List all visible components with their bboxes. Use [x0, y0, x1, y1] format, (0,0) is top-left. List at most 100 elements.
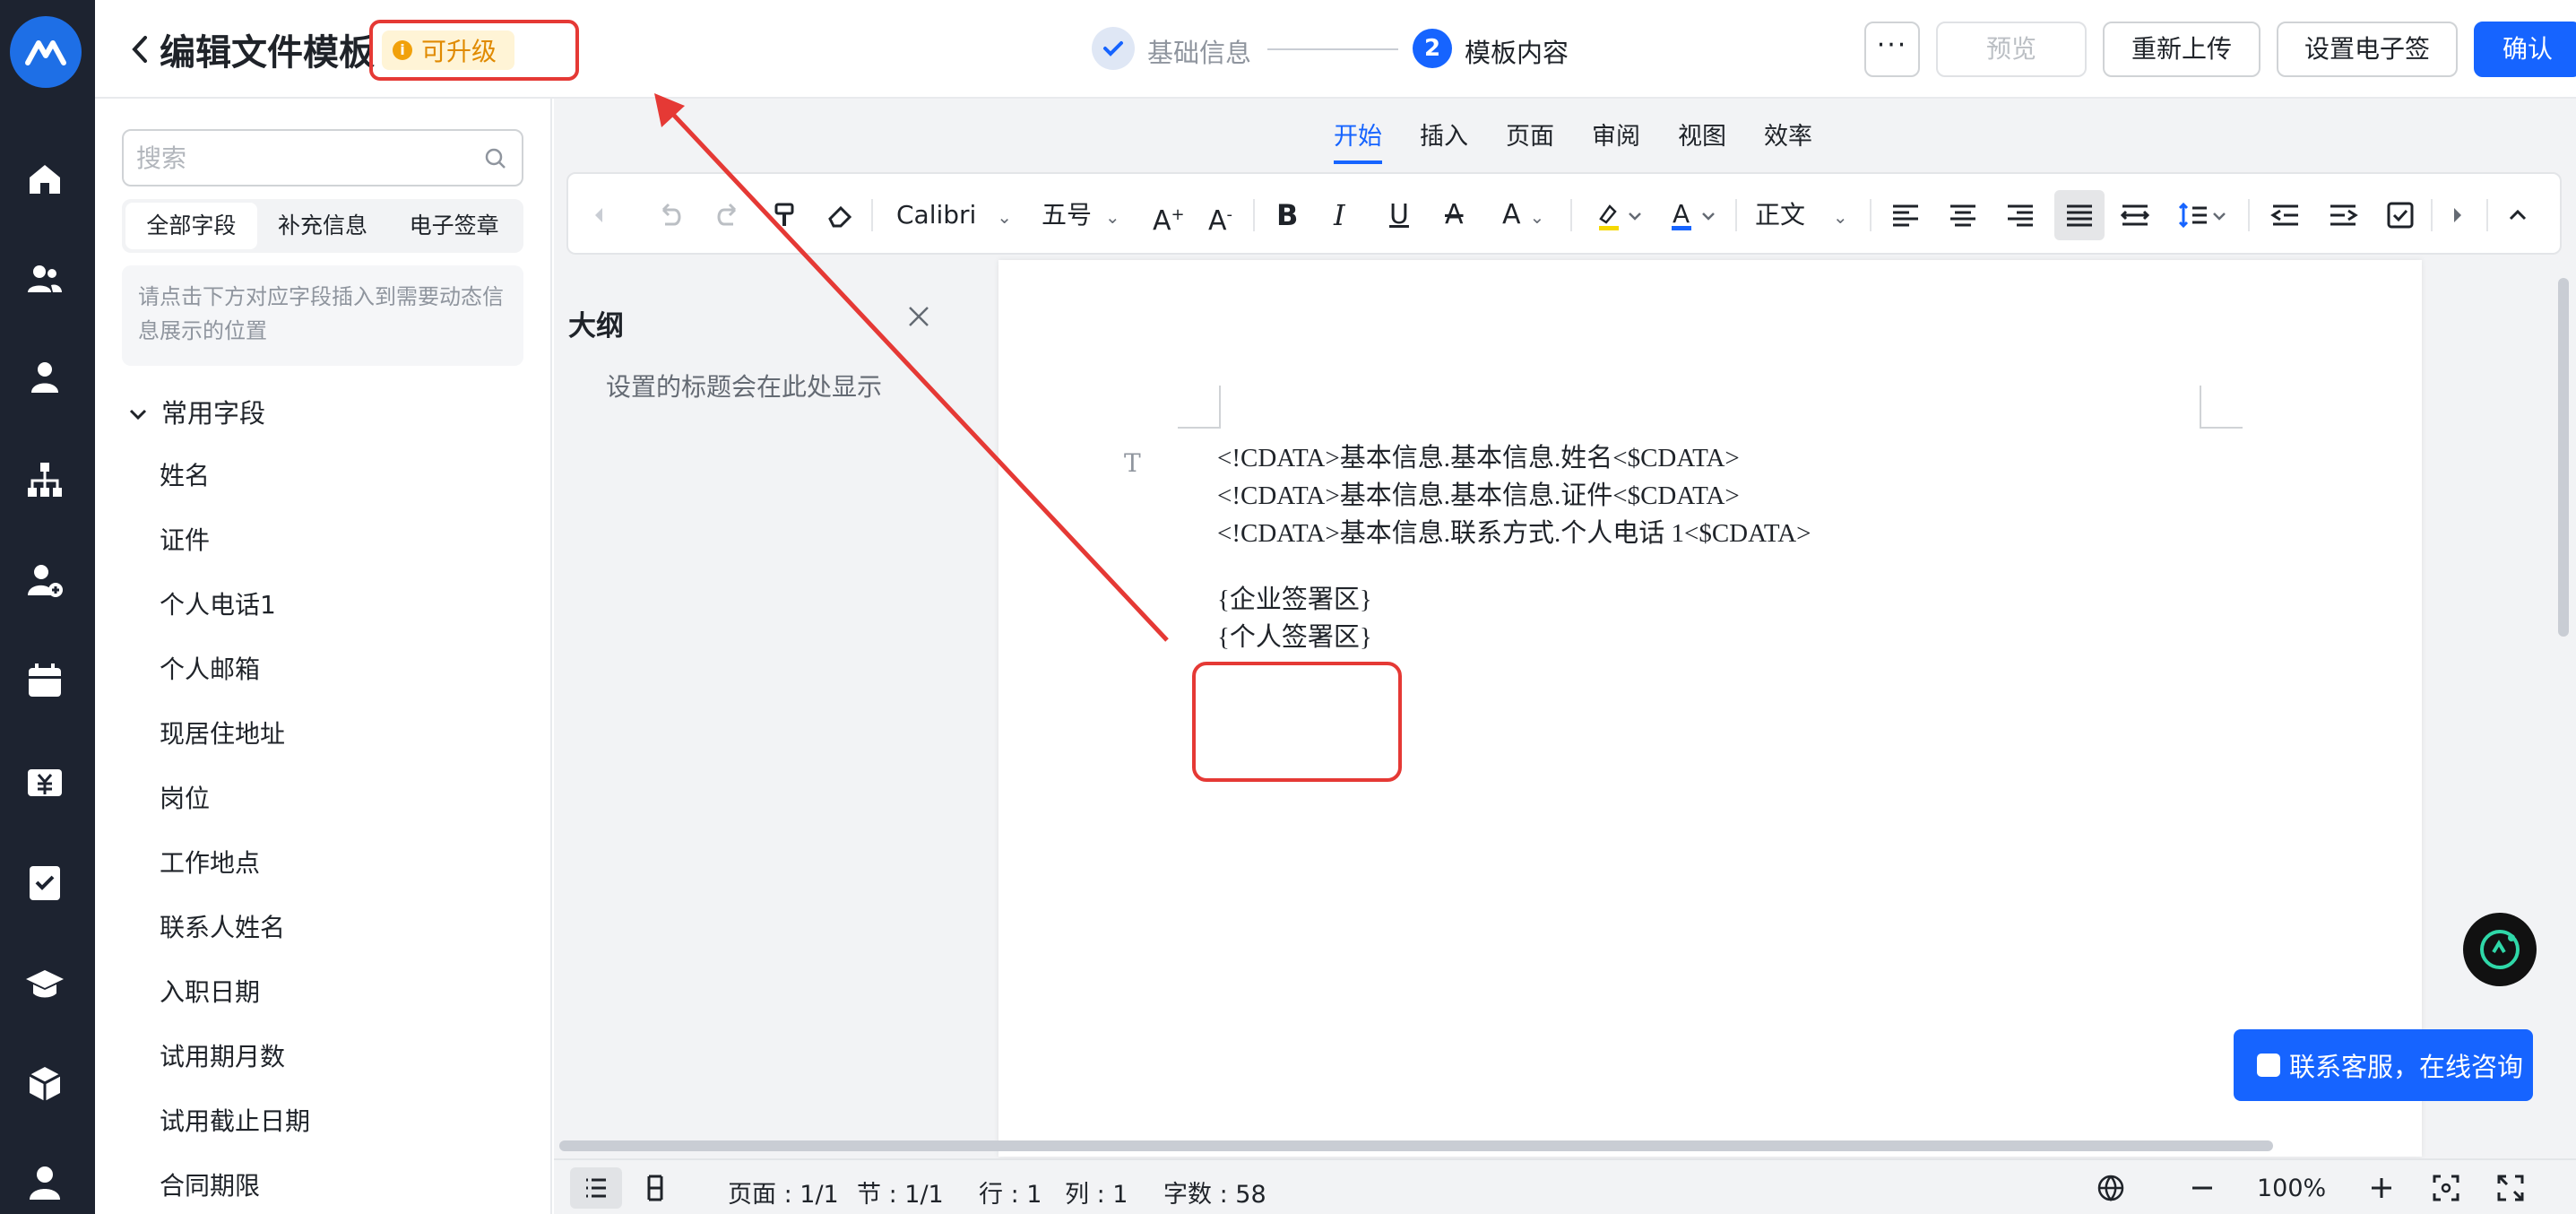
field-item[interactable]: 试用期月数 — [160, 1038, 518, 1103]
menu-review[interactable]: 审阅 — [1592, 117, 1640, 164]
page-nav-icon[interactable] — [640, 1171, 674, 1205]
approval-icon[interactable] — [24, 863, 65, 904]
scroll-right-icon[interactable] — [2449, 197, 2467, 233]
org-chart-icon[interactable] — [24, 459, 65, 500]
set-signature-button[interactable]: 设置电子签 — [2277, 22, 2458, 77]
font-color-icon[interactable]: A — [1667, 197, 1721, 233]
zoom-out-icon[interactable] — [2185, 1171, 2219, 1205]
font-family-value: Calibri — [896, 200, 977, 230]
increase-indent-icon[interactable] — [2327, 197, 2359, 233]
menu-efficiency[interactable]: 效率 — [1764, 117, 1812, 164]
text-effect-icon[interactable]: A ⌄ — [1502, 197, 1544, 233]
align-center-icon[interactable] — [1947, 197, 1979, 233]
collapse-toolbar-icon[interactable] — [2504, 197, 2531, 233]
paragraph-style-value: 正文 — [1755, 200, 1806, 230]
field-item[interactable]: 个人邮箱 — [160, 651, 518, 715]
redo-icon[interactable] — [712, 197, 744, 233]
graduation-cap-icon[interactable] — [24, 963, 65, 1004]
search-box — [122, 129, 523, 186]
format-toolbar: Calibri ⌄ 五号 ⌄ A+ A- B I U A A ⌄ A 正文 ⌄ — [566, 172, 2562, 255]
field-item[interactable]: 姓名 — [160, 457, 518, 522]
menu-page[interactable]: 页面 — [1506, 117, 1554, 164]
zoom-in-icon[interactable] — [2364, 1171, 2399, 1205]
toolbar-divider — [1870, 199, 1871, 231]
font-family-select[interactable]: Calibri ⌄ — [896, 197, 1012, 233]
person-icon[interactable] — [24, 357, 65, 398]
italic-icon[interactable]: I — [1334, 197, 1345, 233]
status-word-count: 字数 : 58 — [1163, 1181, 1266, 1209]
svg-text:A: A — [1673, 199, 1690, 229]
scroll-left-icon[interactable] — [590, 197, 608, 233]
checklist-icon[interactable] — [2384, 197, 2416, 233]
search-icon[interactable] — [484, 147, 507, 170]
format-painter-icon[interactable] — [769, 197, 801, 233]
paragraph-style-select[interactable]: 正文 ⌄ — [1755, 197, 1848, 233]
fit-page-icon[interactable] — [2429, 1171, 2463, 1205]
salary-icon[interactable] — [24, 762, 65, 803]
more-button[interactable]: ··· — [1864, 22, 1920, 77]
field-item[interactable]: 工作地点 — [160, 845, 518, 909]
eraser-icon[interactable] — [825, 197, 857, 233]
underline-icon[interactable]: U — [1389, 197, 1409, 233]
field-item[interactable]: 证件 — [160, 522, 518, 586]
bold-icon[interactable]: B — [1276, 197, 1298, 233]
chat-icon — [2257, 1054, 2280, 1077]
step-1-check-icon — [1092, 27, 1135, 70]
reupload-button[interactable]: 重新上传 — [2103, 22, 2260, 77]
globe-icon[interactable] — [2094, 1171, 2128, 1205]
signature-placeholders[interactable]: {企业签署区} {个人签署区} — [1217, 581, 1372, 656]
calendar-icon[interactable] — [24, 660, 65, 701]
increase-font-icon[interactable]: A+ — [1153, 197, 1185, 237]
menu-home[interactable]: 开始 — [1334, 117, 1382, 164]
horizontal-scrollbar[interactable] — [559, 1140, 2273, 1151]
step-1-label[interactable]: 基础信息 — [1147, 32, 1251, 70]
step-2-label[interactable]: 模板内容 — [1465, 32, 1569, 70]
field-item[interactable]: 联系人姓名 — [160, 909, 518, 974]
tab-supplementary-info[interactable]: 补充信息 — [257, 203, 389, 249]
highlight-icon[interactable] — [1594, 197, 1647, 233]
search-input[interactable] — [136, 140, 477, 176]
tab-all-fields[interactable]: 全部字段 — [125, 203, 257, 249]
undo-icon[interactable] — [654, 197, 687, 233]
box-icon[interactable] — [24, 1063, 65, 1105]
tab-electronic-seal[interactable]: 电子签章 — [388, 203, 520, 249]
step-connector — [1267, 48, 1398, 50]
align-right-icon[interactable] — [2004, 197, 2036, 233]
field-item[interactable]: 试用截止日期 — [160, 1103, 518, 1167]
field-item[interactable]: 合同期限 — [160, 1167, 518, 1214]
toolbar-divider — [871, 199, 873, 231]
document-body[interactable]: <!CDATA>基本信息.基本信息.姓名<$CDATA> <!CDATA>基本信… — [1217, 439, 1811, 552]
fullscreen-icon[interactable] — [2494, 1171, 2528, 1205]
field-item[interactable]: 现居住地址 — [160, 715, 518, 780]
field-item[interactable]: 岗位 — [160, 780, 518, 845]
strikethrough-icon[interactable]: A — [1445, 197, 1464, 233]
close-icon[interactable] — [905, 303, 932, 330]
preview-button[interactable]: 预览 — [1936, 22, 2087, 77]
customer-service-button[interactable]: 联系客服，在线咨询 — [2234, 1029, 2533, 1101]
app-logo[interactable] — [10, 16, 82, 88]
decrease-font-icon[interactable]: A- — [1208, 197, 1232, 237]
confirm-button[interactable]: 确认 — [2474, 22, 2576, 77]
menu-view[interactable]: 视图 — [1678, 117, 1726, 164]
toolbar-divider — [2248, 199, 2250, 231]
field-group-common[interactable]: 常用字段 — [127, 393, 265, 430]
menu-insert[interactable]: 插入 — [1420, 117, 1468, 164]
paragraph-type-icon[interactable]: T — [1124, 448, 1141, 478]
field-item[interactable]: 个人电话1 — [160, 586, 518, 651]
ai-assistant-button[interactable] — [2463, 913, 2537, 986]
decrease-indent-icon[interactable] — [2269, 197, 2302, 233]
line-spacing-icon[interactable] — [2176, 197, 2230, 233]
field-item[interactable]: 入职日期 — [160, 974, 518, 1038]
team-icon[interactable] — [24, 258, 65, 299]
font-size-select[interactable]: 五号 ⌄ — [1042, 197, 1120, 233]
align-justify-icon[interactable] — [2054, 190, 2105, 240]
field-group-label: 常用字段 — [161, 398, 266, 429]
align-left-icon[interactable] — [1889, 197, 1922, 233]
add-person-icon[interactable] — [24, 559, 65, 601]
distributed-align-icon[interactable] — [2119, 197, 2151, 233]
list-view-icon[interactable] — [579, 1171, 613, 1205]
user-icon[interactable] — [24, 1162, 65, 1203]
home-icon[interactable] — [24, 158, 65, 199]
back-arrow-icon[interactable] — [127, 32, 152, 66]
vertical-scrollbar[interactable] — [2558, 278, 2569, 637]
